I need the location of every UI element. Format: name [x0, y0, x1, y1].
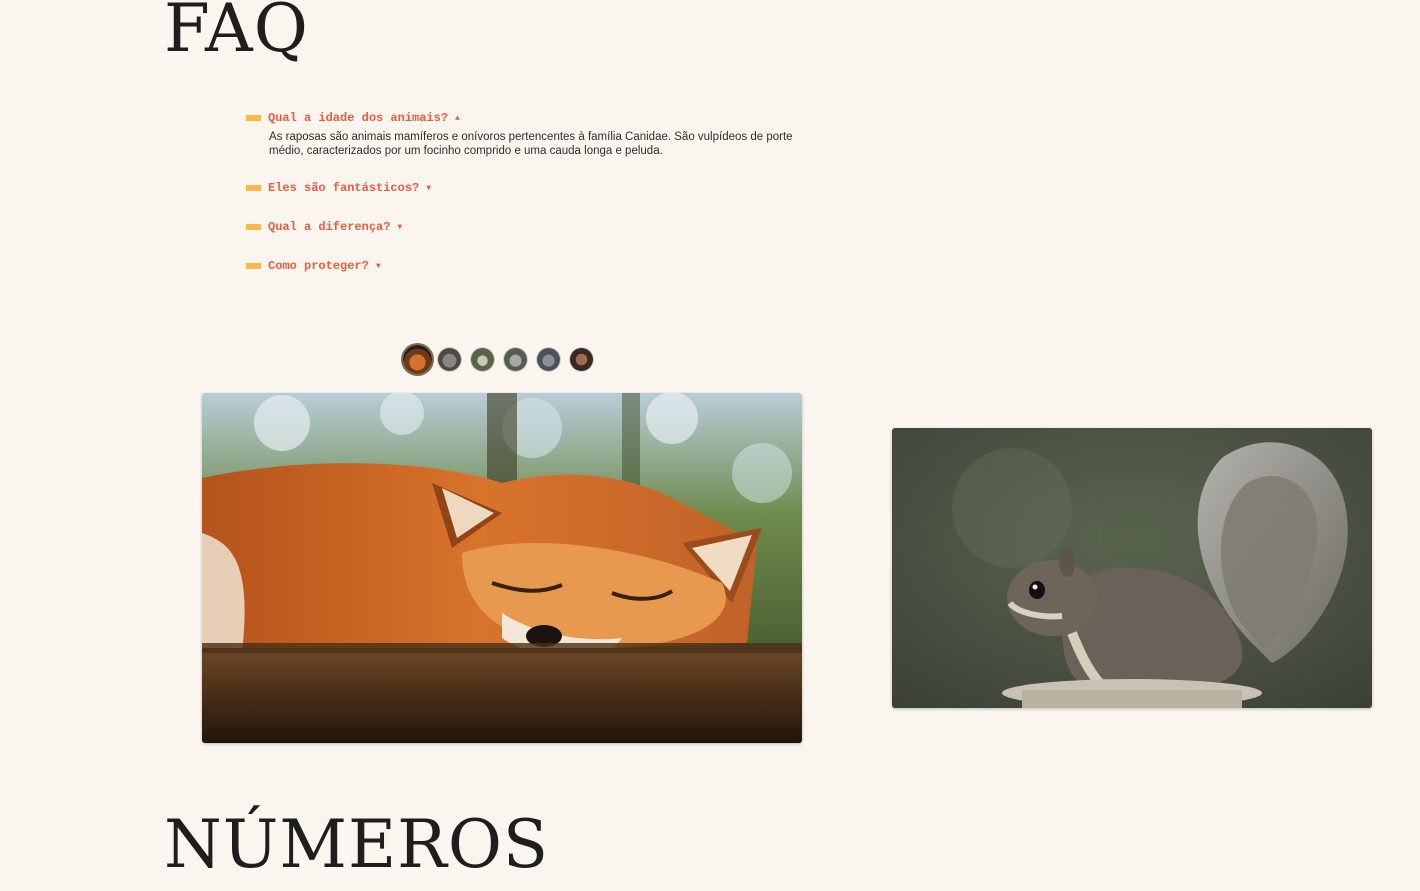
faq-question-4[interactable]: Como proteger? ▼ [246, 257, 846, 275]
squirrel-photo[interactable] [892, 428, 1372, 708]
faq-question-label: Qual a idade dos animais? [268, 111, 449, 125]
accent-bar [246, 115, 261, 121]
chevron-down-icon: ▼ [397, 222, 403, 232]
chevron-down-icon: ▼ [426, 183, 432, 193]
accent-bar [246, 263, 261, 269]
faq-question-3[interactable]: Qual a diferença? ▼ [246, 218, 846, 236]
accent-bar [246, 224, 261, 230]
carousel-thumbnails [403, 345, 603, 374]
faq-question-2[interactable]: Eles são fantásticos? ▼ [246, 179, 846, 197]
thumbnail-6[interactable] [570, 348, 593, 371]
faq-item: Qual a idade dos animais? ▲ As raposas s… [246, 109, 846, 158]
thumbnail-4[interactable] [504, 348, 527, 371]
faq-list: Qual a idade dos animais? ▲ As raposas s… [246, 109, 846, 296]
chevron-up-icon: ▲ [455, 113, 460, 123]
faq-item: Qual a diferença? ▼ [246, 218, 846, 236]
fox-photo[interactable] [202, 393, 802, 743]
thumbnail-2[interactable] [438, 348, 461, 371]
faq-item: Eles são fantásticos? ▼ [246, 179, 846, 197]
faq-question-1[interactable]: Qual a idade dos animais? ▲ [246, 109, 846, 127]
accent-bar [246, 185, 261, 191]
faq-question-label: Eles são fantásticos? [268, 181, 420, 195]
faq-question-label: Como proteger? [268, 259, 369, 273]
numeros-title: NÚMEROS [164, 806, 550, 883]
thumbnail-5[interactable] [537, 348, 560, 371]
faq-answer-1: As raposas são animais mamíferos e onívo… [269, 131, 793, 157]
faq-title: FAQ [164, 0, 309, 67]
faq-item: Como proteger? ▼ [246, 257, 846, 275]
thumbnail-fox[interactable] [403, 345, 432, 374]
chevron-down-icon: ▼ [375, 261, 381, 271]
faq-question-label: Qual a diferença? [268, 220, 391, 234]
thumbnail-3[interactable] [471, 348, 494, 371]
